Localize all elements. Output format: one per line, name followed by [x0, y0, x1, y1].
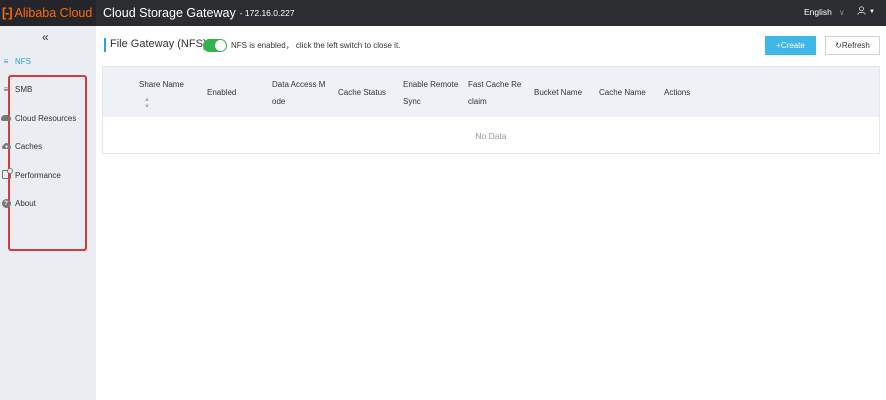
list-icon: ≡ — [3, 84, 9, 94]
sidebar-item-label: Performance — [15, 170, 61, 180]
column-label: Fast Cache Re claim — [468, 80, 522, 106]
brand-name: Alibaba Cloud — [14, 6, 93, 20]
sidebar-item-cloud-resources[interactable]: Cloud Resources — [0, 108, 96, 128]
page-title: File Gateway (NFS) — [110, 38, 207, 50]
main-content: File Gateway (NFS) NFS is enabled， click… — [96, 26, 886, 400]
language-label: English — [804, 7, 832, 17]
gateway-ip: - 172.16.0.227 — [239, 8, 295, 18]
cloud-upload-icon — [0, 141, 12, 152]
toggle-status-text: NFS is enabled， click the left switch to… — [231, 41, 401, 50]
create-button[interactable]: +Create — [765, 36, 816, 55]
column-header-fast-cache-reclaim: Fast Cache Re claim — [468, 67, 524, 117]
user-icon — [857, 6, 866, 17]
sort-icon[interactable]: ▲ ▼ — [144, 97, 199, 111]
section-accent-bar — [104, 38, 106, 52]
column-header-enabled: Enabled — [207, 67, 262, 117]
chevron-down-icon: ∨ — [838, 8, 845, 17]
column-label: Data Access M ode — [272, 80, 326, 106]
column-header-enable-remote-sync: Enable Remote Sync — [403, 67, 463, 117]
performance-icon — [0, 167, 13, 181]
top-bar: [-] Alibaba Cloud Cloud Storage Gateway … — [0, 0, 886, 26]
sidebar-item-smb[interactable]: ≡ SMB — [0, 79, 96, 99]
sidebar-item-performance[interactable]: Performance — [0, 165, 96, 185]
caret-down-icon: ▼ — [869, 8, 875, 15]
sidebar-item-label: SMB — [15, 84, 33, 94]
column-header-cache-name: Cache Name — [599, 67, 659, 117]
cloud-icon — [0, 114, 12, 123]
sidebar-item-nfs[interactable]: ≡ NFS — [0, 51, 96, 71]
sidebar-item-label: NFS — [15, 56, 31, 66]
collapse-sidebar-icon[interactable]: « — [42, 30, 49, 44]
column-label: Cache Name — [599, 87, 646, 97]
column-header-cache-status: Cache Status — [338, 67, 398, 117]
table-header: Share Name ▲ ▼ Enabled Data Access M ode … — [103, 67, 879, 117]
nfs-enable-toggle[interactable] — [203, 39, 227, 52]
refresh-button[interactable]: ↻Refresh — [825, 36, 880, 55]
toggle-knob — [215, 40, 226, 51]
column-label: Cache Status — [338, 87, 387, 97]
brand-logo[interactable]: [-] Alibaba Cloud — [0, 0, 96, 26]
column-header-share-name[interactable]: Share Name ▲ ▼ — [139, 67, 199, 117]
menu-highlight-box — [8, 75, 87, 251]
sidebar-item-caches[interactable]: Caches — [0, 136, 96, 156]
sidebar-item-about[interactable]: ? About — [0, 193, 96, 213]
user-menu[interactable]: ▼ — [857, 6, 875, 17]
shares-table: Share Name ▲ ▼ Enabled Data Access M ode … — [102, 66, 880, 154]
column-header-actions: Actions — [664, 67, 724, 117]
sidebar-item-label: Caches — [15, 141, 43, 151]
column-header-data-access-mode: Data Access M ode — [272, 67, 330, 117]
app-title: Cloud Storage Gateway — [103, 6, 236, 20]
logo-mark-icon: [-] — [2, 6, 12, 20]
column-label: Share Name — [139, 80, 184, 89]
empty-table-message: No Data — [475, 130, 507, 141]
language-selector[interactable]: English ∨ — [804, 7, 845, 17]
column-label: Enable Remote Sync — [403, 80, 459, 106]
sidebar-item-label: About — [15, 198, 36, 208]
column-label: Enabled — [207, 87, 237, 97]
sidebar-item-label: Cloud Resources — [15, 113, 77, 123]
column-header-bucket-name: Bucket Name — [534, 67, 594, 117]
question-icon: ? — [0, 198, 12, 208]
column-label: Actions — [664, 87, 691, 97]
column-label: Bucket Name — [534, 87, 583, 97]
sidebar: « ≡ NFS ≡ SMB Cloud Resources Caches Per… — [0, 26, 96, 400]
list-icon: ≡ — [3, 56, 9, 66]
